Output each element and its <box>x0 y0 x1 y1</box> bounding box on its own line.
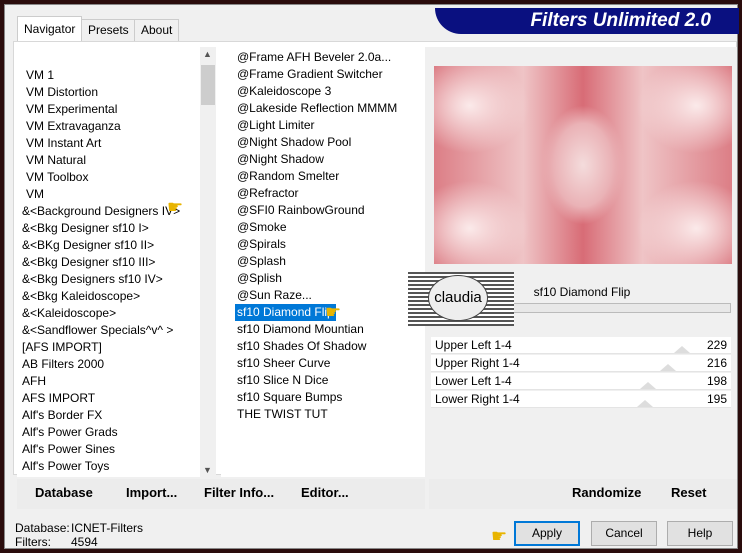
scroll-up-icon[interactable]: ▲ <box>203 49 212 59</box>
category-item[interactable]: Alf's Power Toys <box>22 458 109 475</box>
slider-thumb[interactable] <box>660 364 677 371</box>
category-item[interactable]: AFH <box>22 373 46 390</box>
slider-row[interactable]: Upper Right 1-4 216 <box>431 355 731 372</box>
category-item[interactable]: AB Filters 2000 <box>22 356 104 373</box>
database-value: ICNET-Filters <box>71 521 143 535</box>
tab-navigator[interactable]: Navigator <box>17 16 83 42</box>
slider-label: Lower Right 1-4 <box>435 392 520 406</box>
database-button[interactable]: Database <box>35 485 93 500</box>
filter-item[interactable]: sf10 Sheer Curve <box>235 355 332 372</box>
category-item[interactable]: &<Bkg Designer sf10 I> <box>22 220 149 237</box>
filter-item[interactable]: @Frame Gradient Switcher <box>235 66 385 83</box>
filter-item[interactable]: @Splish <box>235 270 284 287</box>
slider-value: 195 <box>706 392 727 406</box>
filters-count-value: 4594 <box>71 535 98 549</box>
scroll-down-icon[interactable]: ▼ <box>203 465 212 475</box>
pointing-hand-icon: ☛ <box>167 197 184 217</box>
filter-item[interactable]: @Splash <box>235 253 288 270</box>
slider-row[interactable]: Lower Right 1-4 195 <box>431 391 731 408</box>
slider-label: Upper Left 1-4 <box>435 338 512 352</box>
filter-preview-image <box>434 66 732 264</box>
filter-item[interactable]: @Frame AFH Beveler 2.0a... <box>235 49 393 66</box>
filter-info-button[interactable]: Filter Info... <box>204 485 274 500</box>
filter-item[interactable]: @Light Limiter <box>235 117 317 134</box>
slider-label: Upper Right 1-4 <box>435 356 520 370</box>
category-item[interactable]: VM Instant Art <box>26 135 101 152</box>
category-item[interactable]: Alf's Border FX <box>22 407 102 424</box>
category-item[interactable]: &<Bkg Designer sf10 III> <box>22 254 155 271</box>
filter-item[interactable]: sf10 Square Bumps <box>235 389 344 406</box>
slider-row[interactable]: Upper Left 1-4 229 <box>431 337 731 354</box>
slider-value: 229 <box>706 338 727 352</box>
filter-item[interactable]: @SFI0 RainbowGround <box>235 202 367 219</box>
preview-panel: sf10 Diamond Flip Upper Left 1-4 229 Upper… <box>425 47 737 477</box>
category-item[interactable]: Alf's Power Grads <box>22 424 118 441</box>
filter-item[interactable]: sf10 Slice N Dice <box>235 372 330 389</box>
tab-presets[interactable]: Presets <box>81 19 136 41</box>
filter-item[interactable]: THE TWIST TUT <box>235 406 330 423</box>
apply-button[interactable]: Apply <box>514 521 580 546</box>
category-item[interactable]: &<Bkg Designers sf10 IV> <box>22 271 163 288</box>
import-button[interactable]: Import... <box>126 485 177 500</box>
category-item[interactable]: &<Sandflower Specials^v^ > <box>22 322 173 339</box>
filter-item[interactable]: @Night Shadow <box>235 151 326 168</box>
filters-count-label: Filters: <box>15 535 51 549</box>
filter-item[interactable]: @Spirals <box>235 236 288 253</box>
category-item[interactable]: VM <box>26 186 44 203</box>
category-item[interactable]: &<Background Designers IV> <box>22 203 180 220</box>
filter-item[interactable]: @Night Shadow Pool <box>235 134 353 151</box>
slider-thumb[interactable] <box>637 400 654 407</box>
pointing-hand-icon: ☛ <box>325 302 342 322</box>
scrollbar-thumb[interactable] <box>201 65 215 105</box>
slider-row[interactable]: Lower Left 1-4 198 <box>431 373 731 390</box>
filter-list[interactable]: @Frame AFH Beveler 2.0a... @Frame Gradien… <box>221 47 425 477</box>
filter-item[interactable]: sf10 Diamond Flip <box>235 304 336 321</box>
slider-thumb[interactable] <box>674 346 691 353</box>
filter-item[interactable]: @Lakeside Reflection MMMM <box>235 100 399 117</box>
slider-value: 216 <box>706 356 727 370</box>
category-item[interactable]: Alf's Power Sines <box>22 441 115 458</box>
cancel-button[interactable]: Cancel <box>591 521 657 546</box>
category-item[interactable]: AFS IMPORT <box>22 390 95 407</box>
filter-item[interactable]: sf10 Shades Of Shadow <box>235 338 368 355</box>
category-item[interactable]: VM Distortion <box>26 84 98 101</box>
filter-item[interactable]: @Refractor <box>235 185 301 202</box>
category-item[interactable]: VM 1 <box>26 67 54 84</box>
watermark-logo: claudia <box>408 272 514 326</box>
filter-item[interactable]: sf10 Diamond Mountian <box>235 321 366 338</box>
reset-button[interactable]: Reset <box>671 485 706 500</box>
category-item[interactable]: VM Extravaganza <box>26 118 121 135</box>
filters-unlimited-window: Filters Unlimited 2.0 Navigator Presets … <box>4 4 739 549</box>
editor-button[interactable]: Editor... <box>301 485 349 500</box>
filter-item[interactable]: @Kaleidoscope 3 <box>235 83 333 100</box>
slider-value: 198 <box>706 374 727 388</box>
category-item[interactable]: VM Toolbox <box>26 169 88 186</box>
database-label: Database: <box>15 521 70 535</box>
category-item[interactable]: VM Experimental <box>26 101 117 118</box>
category-item[interactable]: &<Kaleidoscope> <box>22 305 116 322</box>
category-item[interactable]: [AFS IMPORT] <box>22 339 102 356</box>
category-item[interactable]: &<BKg Designer sf10 II> <box>22 237 154 254</box>
pointing-hand-icon: ☛ <box>491 526 508 546</box>
category-list[interactable]: VM 1 VM Distortion VM Experimental VM Extra… <box>17 47 214 477</box>
app-title: Filters Unlimited 2.0 <box>530 10 711 31</box>
category-item[interactable]: &<Bkg Kaleidoscope> <box>22 288 140 305</box>
filter-item[interactable]: @Random Smelter <box>235 168 341 185</box>
randomize-button[interactable]: Randomize <box>572 485 641 500</box>
tab-about[interactable]: About <box>134 19 180 41</box>
filter-item[interactable]: @Sun Raze... <box>235 287 314 304</box>
title-banner: Filters Unlimited 2.0 <box>435 8 739 34</box>
category-item[interactable]: VM Natural <box>26 152 86 169</box>
filter-item[interactable]: @Smoke <box>235 219 289 236</box>
category-scrollbar[interactable]: ▲ ▼ <box>200 47 216 477</box>
slider-thumb[interactable] <box>640 382 657 389</box>
slider-label: Lower Left 1-4 <box>435 374 512 388</box>
help-button[interactable]: Help <box>667 521 733 546</box>
